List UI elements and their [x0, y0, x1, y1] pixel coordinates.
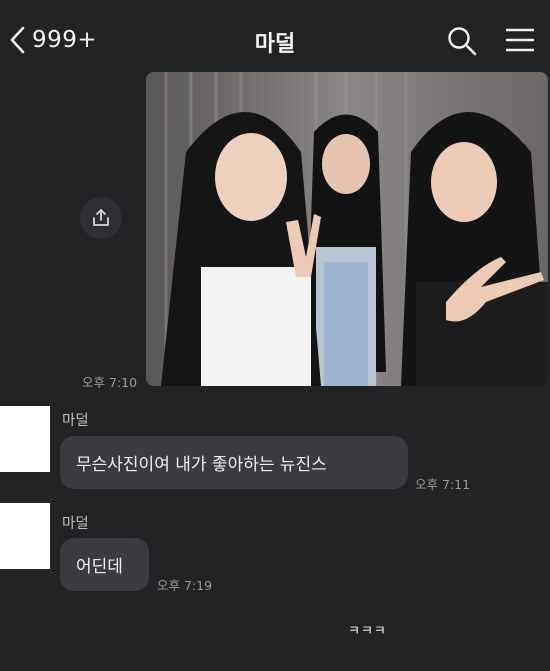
outgoing-text: ㅋㅋㅋ [348, 624, 387, 639]
message-bubble[interactable]: 어딘데 [60, 538, 149, 591]
message-timestamp: 오후 7:11 [415, 477, 471, 492]
message-timestamp: 오후 7:19 [157, 578, 213, 593]
sender-name: 마덜 [62, 413, 89, 429]
shared-photo[interactable] [146, 72, 548, 386]
message-bubble[interactable]: 무슨사진이여 내가 좋아하는 뉴진스 [60, 436, 408, 489]
chat-header: 999+ 마덜 [0, 0, 550, 78]
hamburger-menu-icon[interactable] [504, 26, 536, 54]
search-icon[interactable] [446, 25, 478, 57]
avatar[interactable] [0, 503, 50, 569]
share-button[interactable] [80, 197, 122, 239]
avatar[interactable] [0, 406, 50, 472]
sender-name: 마덜 [62, 516, 89, 532]
share-icon [93, 209, 109, 226]
photo-image [146, 72, 548, 386]
photo-timestamp: 오후 7:10 [82, 375, 138, 390]
